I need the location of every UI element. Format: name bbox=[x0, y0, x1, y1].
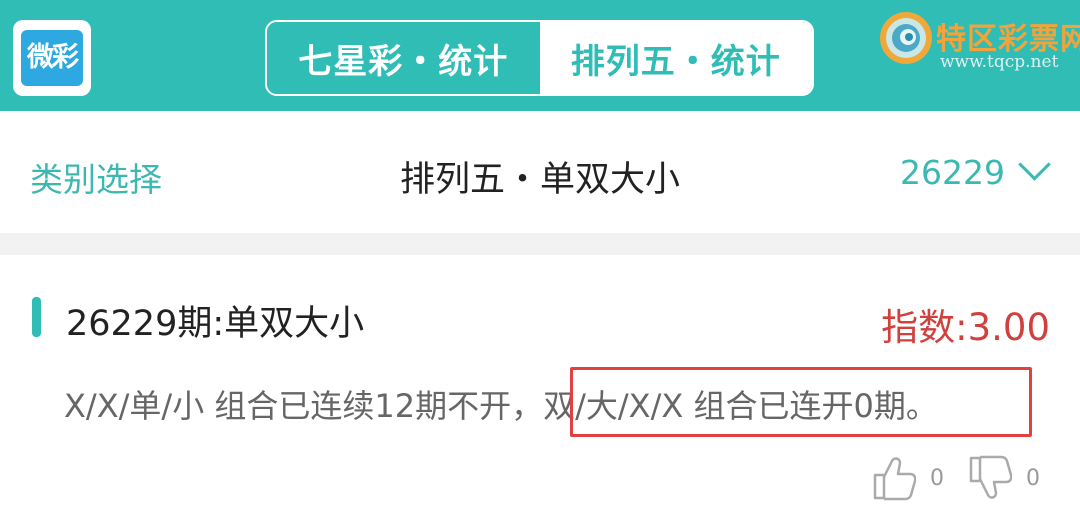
tab-qxc-stats[interactable]: 七星彩・统计 bbox=[267, 22, 540, 94]
dislike-button[interactable]: 0 bbox=[968, 455, 1040, 501]
brand-watermark: 特区彩票网 www.tqcp.net bbox=[878, 8, 1080, 78]
tab-group: 七星彩・统计 排列五・统计 bbox=[265, 20, 814, 96]
description-part-1: X/X/单/小 组合已连续12期不开， bbox=[64, 387, 544, 425]
selector-row: 类别选择 排列五・单双大小 26229 bbox=[0, 111, 1080, 233]
stats-card: 26229期:单双大小 指数:3.00 X/X/单/小 组合已连续12期不开，双… bbox=[0, 255, 1080, 505]
brand-url: www.tqcp.net bbox=[940, 52, 1059, 72]
app-logo[interactable]: 微彩 bbox=[13, 20, 91, 96]
section-divider bbox=[0, 233, 1080, 255]
top-header: 微彩 七星彩・统计 排列五・统计 特区彩票网 www.tqcp.net bbox=[0, 0, 1080, 111]
issue-number: 26229 bbox=[900, 153, 1005, 192]
thumbs-up-icon bbox=[873, 457, 916, 501]
title-accent-bar bbox=[32, 297, 41, 337]
card-title: 26229期:单双大小 bbox=[66, 304, 365, 344]
tab-pl5-stats[interactable]: 排列五・统计 bbox=[539, 22, 812, 94]
chevron-down-icon bbox=[1018, 148, 1051, 181]
app-logo-text: 微彩 bbox=[21, 30, 83, 86]
thumbs-down-icon bbox=[969, 455, 1012, 499]
like-count: 0 bbox=[930, 465, 944, 491]
like-button[interactable]: 0 bbox=[872, 455, 944, 501]
index-value: 指数:3.00 bbox=[881, 306, 1050, 349]
issue-dropdown[interactable]: 26229 bbox=[900, 148, 1051, 192]
dislike-count: 0 bbox=[1026, 465, 1040, 491]
brand-swirl-icon bbox=[880, 12, 932, 64]
highlight-annotation-box bbox=[570, 367, 1032, 437]
